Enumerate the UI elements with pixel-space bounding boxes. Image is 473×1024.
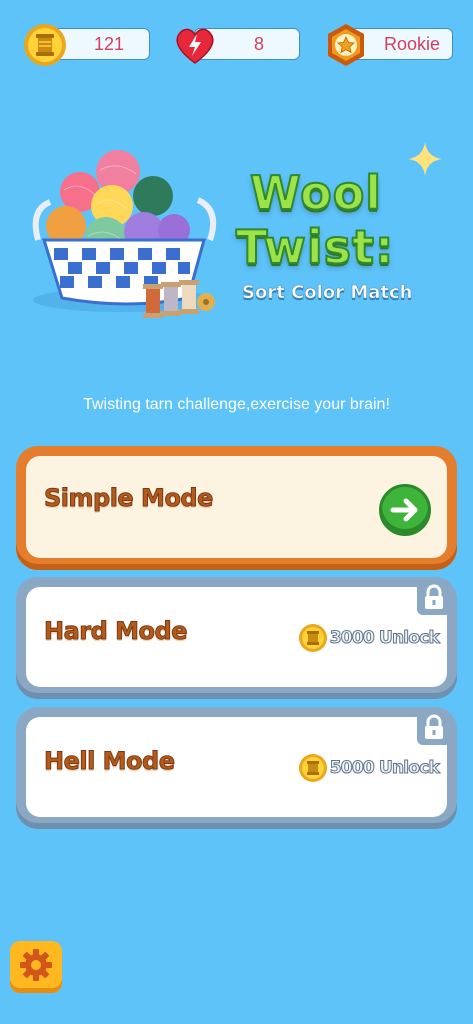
- hell-mode-title: Hell Mode: [44, 747, 176, 776]
- heart-lightning-icon: [176, 28, 214, 64]
- simple-mode-title: Simple Mode: [44, 484, 214, 513]
- hell-mode-button[interactable]: Hell Mode 5000 Unlock: [16, 707, 457, 829]
- coin-spool-icon: [298, 624, 327, 652]
- hell-mode-cost: 5000 Unlock: [329, 758, 440, 779]
- logo-title-line2: Twist:: [235, 219, 395, 275]
- hard-mode-lock: [417, 581, 451, 615]
- sparkle-icon: [408, 142, 442, 176]
- coins-counter[interactable]: 121: [22, 24, 150, 66]
- coin-spool-icon: [298, 754, 327, 782]
- hard-mode-cost: 3000 Unlock: [329, 628, 440, 649]
- hell-mode-unlock-price: 5000 Unlock: [298, 753, 440, 783]
- play-simple-button[interactable]: [379, 484, 431, 536]
- lock-icon: [425, 584, 443, 609]
- hard-mode-button[interactable]: Hard Mode 3000 Unlock: [16, 577, 457, 699]
- tagline: Twisting tarn challenge,exercise your br…: [83, 396, 390, 413]
- yarn-basket-illustration: [32, 150, 216, 318]
- simple-mode-button[interactable]: Simple Mode: [16, 446, 457, 570]
- hard-mode-unlock-price: 3000 Unlock: [298, 623, 440, 653]
- star-badge-icon: [328, 24, 364, 66]
- hell-mode-lock: [417, 711, 451, 745]
- lives-counter[interactable]: 8: [172, 26, 300, 64]
- settings-button[interactable]: [10, 941, 62, 993]
- hard-mode-title: Hard Mode: [44, 617, 188, 646]
- coin-spool-icon: [24, 24, 66, 66]
- gear-icon: [20, 949, 52, 981]
- arrow-right-icon: [390, 498, 418, 522]
- game-logo: Wool Twist: Sort Color Match: [228, 142, 458, 320]
- logo-title-line1: Wool: [249, 165, 383, 221]
- rank-badge[interactable]: Rookie: [323, 24, 453, 66]
- logo-subtitle: Sort Color Match: [242, 282, 413, 304]
- lock-icon: [425, 714, 443, 739]
